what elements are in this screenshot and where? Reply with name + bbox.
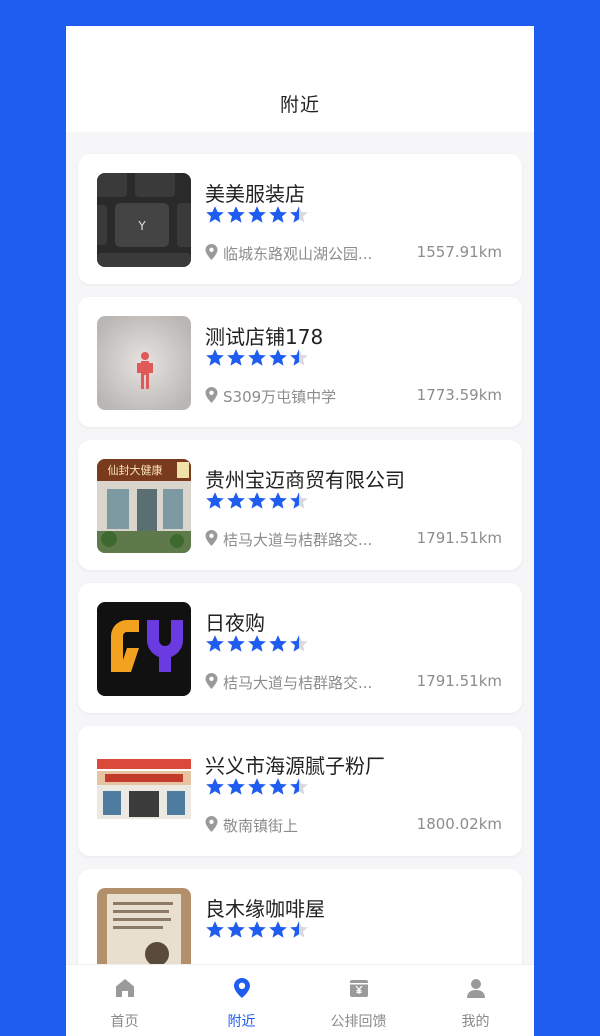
page-title: 附近 xyxy=(279,94,320,116)
star-icon xyxy=(248,778,266,795)
store-distance: 1800.02km xyxy=(416,815,502,833)
star-icon xyxy=(290,206,308,223)
tab-label: 公排回馈 xyxy=(330,1014,387,1030)
rating-stars xyxy=(205,491,309,511)
rating-stars xyxy=(205,348,309,368)
store-card[interactable]: 兴义市海源腻子粉厂 敬南镇街上 1800.02km xyxy=(78,726,522,856)
star-icon xyxy=(227,492,245,509)
store-name: 测试店铺178 xyxy=(205,325,324,349)
tab-home[interactable]: 首页 xyxy=(66,965,183,1036)
store-name: 兴义市海源腻子粉厂 xyxy=(205,754,385,778)
location-pin-icon xyxy=(233,978,250,998)
store-name: 贵州宝迈商贸有限公司 xyxy=(205,468,405,492)
store-logo xyxy=(97,602,191,696)
star-icon xyxy=(206,635,224,652)
star-icon xyxy=(290,778,308,795)
star-icon xyxy=(290,349,308,366)
star-icon xyxy=(206,349,224,366)
rating-stars xyxy=(205,777,309,797)
store-address: 敬南镇街上 xyxy=(223,817,299,835)
star-icon xyxy=(269,349,287,366)
star-icon xyxy=(269,492,287,509)
location-pin-icon xyxy=(205,673,218,689)
star-icon xyxy=(269,635,287,652)
store-distance: 1791.51km xyxy=(416,529,502,547)
star-icon xyxy=(269,921,287,938)
location-pin-icon xyxy=(205,387,218,403)
store-thumbnail xyxy=(97,316,191,410)
tab-label: 首页 xyxy=(110,1014,139,1030)
store-card[interactable]: 测试店铺178 S309万屯镇中学 1773.59km xyxy=(78,297,522,427)
star-icon xyxy=(248,349,266,366)
store-thumbnail: Y xyxy=(97,173,191,267)
store-name: 良木缘咖啡屋 xyxy=(205,897,325,921)
store-address: 桔马大道与桔群路交... xyxy=(223,674,373,692)
star-icon xyxy=(206,778,224,795)
location-pin-icon xyxy=(205,530,218,546)
star-icon xyxy=(227,349,245,366)
store-card[interactable]: 日夜购 桔马大道与桔群路交... 1791.51km xyxy=(78,583,522,713)
star-icon xyxy=(290,635,308,652)
star-icon xyxy=(269,206,287,223)
store-card[interactable]: Y 美美服装店 临城东路观山湖公园... 1557.91km xyxy=(78,154,522,284)
app-screen: 附近 Y 美美服装店 临城东路观山湖公园... 1557.91km 测试店铺17… xyxy=(66,26,534,1036)
store-distance: 1773.59km xyxy=(416,386,502,404)
thumb-sign-text: 仙封大健康 xyxy=(108,463,163,477)
store-name: 日夜购 xyxy=(205,611,265,635)
star-icon xyxy=(248,492,266,509)
star-icon xyxy=(206,921,224,938)
tab-me[interactable]: 我的 xyxy=(417,965,534,1036)
yen-box-icon xyxy=(349,980,368,997)
store-address: 临城东路观山湖公园... xyxy=(223,245,373,263)
rating-stars xyxy=(205,634,309,654)
star-icon xyxy=(227,778,245,795)
star-icon xyxy=(290,492,308,509)
star-icon xyxy=(206,206,224,223)
store-distance: 1791.51km xyxy=(416,672,502,690)
location-pin-icon xyxy=(205,244,218,260)
bottom-tab-bar: 首页 附近 公排回馈 我的 xyxy=(66,964,534,1036)
star-icon xyxy=(206,492,224,509)
store-address: S309万屯镇中学 xyxy=(223,388,337,406)
header: 附近 xyxy=(66,26,534,132)
star-icon xyxy=(227,921,245,938)
tab-label: 我的 xyxy=(461,1014,490,1030)
person-icon xyxy=(466,979,485,998)
star-icon xyxy=(269,778,287,795)
store-thumbnail xyxy=(97,745,191,839)
tab-label: 附近 xyxy=(227,1014,256,1030)
store-card[interactable]: 仙封大健康 贵州宝迈商贸有限公司 桔马大道与桔群路交... 1791.51km xyxy=(78,440,522,570)
tab-feedback[interactable]: 公排回馈 xyxy=(300,965,417,1036)
star-icon xyxy=(248,921,266,938)
star-icon xyxy=(248,206,266,223)
store-thumbnail: 仙封大健康 xyxy=(97,459,191,553)
location-pin-icon xyxy=(205,816,218,832)
star-icon xyxy=(248,635,266,652)
tab-nearby[interactable]: 附近 xyxy=(183,965,300,1036)
star-icon xyxy=(227,635,245,652)
home-icon xyxy=(115,979,134,997)
star-icon xyxy=(227,206,245,223)
star-icon xyxy=(290,921,308,938)
store-distance: 1557.91km xyxy=(416,243,502,261)
store-address: 桔马大道与桔群路交... xyxy=(223,531,373,549)
svg-text:Y: Y xyxy=(137,219,146,233)
rating-stars xyxy=(205,205,309,225)
store-name: 美美服装店 xyxy=(205,182,305,206)
rating-stars xyxy=(205,920,309,940)
